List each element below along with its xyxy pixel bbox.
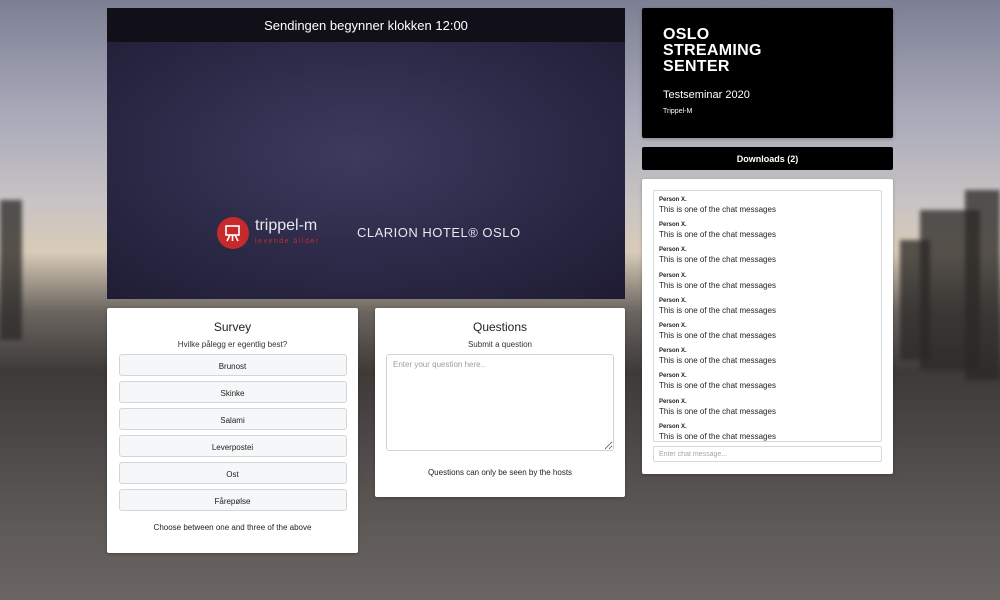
chat-message: Person X. This is one of the chat message… [659,398,876,423]
questions-title: Questions [472,320,528,334]
survey-question: Hvilke pålegg er egentlig best? [177,340,288,349]
question-input[interactable] [386,354,614,451]
downloads-button[interactable]: Downloads (2) [642,147,893,170]
chat-message: Person X. This is one of the chat message… [659,272,876,297]
chat-message-text: This is one of the chat messages [659,431,776,441]
chat-message-author: Person X. [659,322,687,329]
chat-message-author: Person X. [659,222,687,229]
questions-subtitle: Submit a question [467,340,533,349]
survey-option-skinke[interactable]: Skinke [118,381,347,403]
chat-message: Person X. This is one of the chat message… [659,246,876,271]
survey-option-salami[interactable]: Salami [118,408,347,430]
chat-message-list[interactable]: Person X. This is one of the chat message… [653,190,882,442]
chat-message-text: This is one of the chat messages [659,280,776,290]
chat-message-text: This is one of the chat messages [659,205,776,214]
chat-message-author: Person X. [659,272,687,279]
chat-message-text: This is one of the chat messages [659,406,776,416]
survey-option-brunost[interactable]: Brunost [118,354,347,376]
chat-message: Person X. This is one of the chat message… [659,297,876,322]
survey-panel: Survey Hvilke pålegg er egentlig best? B… [107,308,358,553]
chat-message-text: This is one of the chat messages [659,330,776,340]
chat-message-text: This is one of the chat messages [659,230,776,240]
chat-message: Person X. This is one of the chat message… [659,221,876,246]
chat-message-author: Person X. [659,423,687,430]
event-title: Testseminar 2020 [663,89,750,101]
survey-option-farepolse[interactable]: Fårepølse [118,489,347,511]
chat-message-author: Person X. [659,197,687,203]
camera-tripod-icon [217,217,249,249]
oslo-streaming-senter-logo: OSLO STREAMING SENTER [663,27,762,75]
event-info-panel: OSLO STREAMING SENTER Testseminar 2020 T… [642,8,893,138]
questions-note: Questions can only be seen by the hosts [427,468,573,477]
chat-message-author: Person X. [659,373,687,380]
chat-message-text: This is one of the chat messages [659,381,776,391]
chat-message: Person X. This is one of the chat message… [659,372,876,397]
chat-message: Person X. This is one of the chat message… [659,196,876,221]
chat-message-author: Person X. [659,297,687,304]
brand-line-2: STREAMING [663,42,762,59]
survey-option-ost[interactable]: Ost [118,462,347,484]
chat-message-text: This is one of the chat messages [659,356,776,366]
brand-line-3: SENTER [663,58,730,75]
video-player[interactable]: Sendingen begynner klokken 12:00 trippel… [107,8,625,299]
trippel-m-wordmark: trippel-m [255,216,318,234]
survey-title: Survey [213,320,252,334]
chat-message-author: Person X. [659,247,687,254]
chat-message-author: Person X. [659,398,687,405]
survey-option-leverpostei[interactable]: Leverpostei [118,435,347,457]
questions-panel: Questions Submit a question Questions ca… [375,308,625,497]
trippel-m-tagline: levende bilder [255,237,320,245]
broadcast-banner: Sendingen begynner klokken 12:00 [107,8,625,42]
chat-message-text: This is one of the chat messages [659,255,776,265]
chat-message-input[interactable] [653,446,882,462]
brand-line-1: OSLO [663,26,710,43]
chat-message: Person X. This is one of the chat message… [659,347,876,372]
chat-panel: Person X. This is one of the chat message… [642,179,893,474]
chat-message: Person X. This is one of the chat message… [659,322,876,347]
survey-instructions: Choose between one and three of the abov… [153,523,312,532]
chat-message: Person X. This is one of the chat message… [659,423,876,441]
chat-message-text: This is one of the chat messages [659,305,776,315]
chat-message-author: Person X. [659,348,687,355]
clarion-hotel-logo: CLARION HOTEL® OSLO [357,225,521,240]
event-organizer: Trippel-M [663,108,693,115]
trippel-m-logo: trippel-m levende bilder [217,217,320,249]
